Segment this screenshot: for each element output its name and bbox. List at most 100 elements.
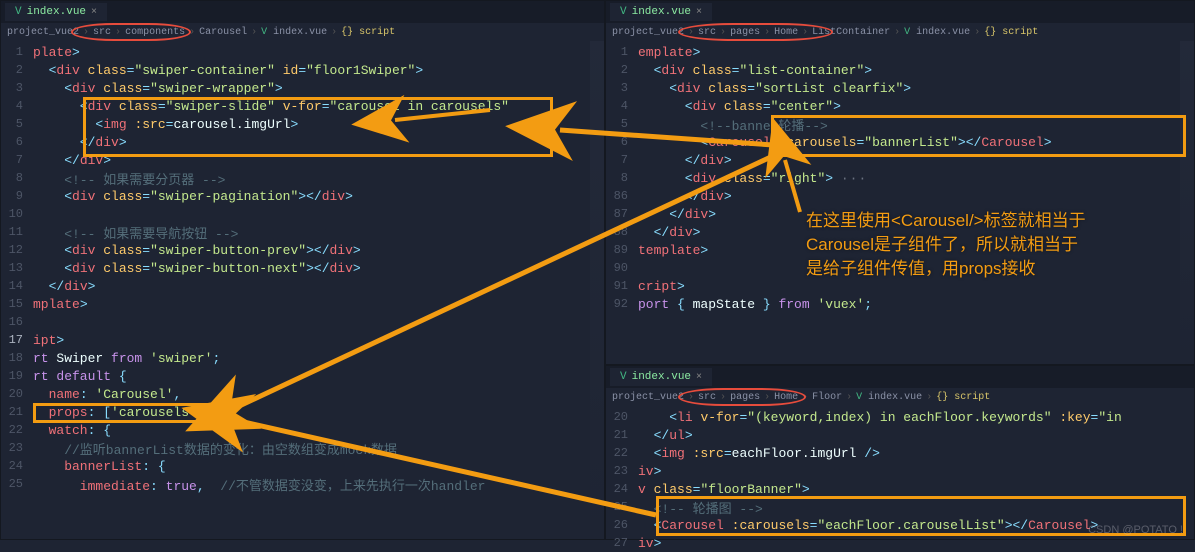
line-number: 20	[1, 387, 33, 401]
breadcrumb[interactable]: project_vue2 › src › pages › Home › Floo…	[606, 388, 1194, 406]
breadcrumb-seg[interactable]: V index.vue	[261, 27, 327, 38]
code-content: </div>	[33, 135, 127, 150]
breadcrumb-seg[interactable]: project_vue2	[7, 27, 79, 38]
line-number: 19	[1, 369, 33, 383]
code-line[interactable]: 2 <div class="list-container">	[606, 61, 1194, 79]
code-line[interactable]: 21 props: ['carousels'],	[1, 403, 604, 421]
code-line[interactable]: 22 <img :src=eachFloor.imgUrl />	[606, 444, 1194, 462]
code-line[interactable]: 27iv>	[606, 534, 1194, 552]
minimap[interactable]	[1180, 41, 1194, 364]
code-content: </ul>	[638, 428, 693, 443]
code-line[interactable]: 20 name: 'Carousel',	[1, 385, 604, 403]
breadcrumb-seg[interactable]: Carousel	[199, 27, 247, 38]
breadcrumb-seg[interactable]: src	[93, 27, 111, 38]
code-line[interactable]: 6 </div>	[1, 133, 604, 151]
breadcrumb-seg[interactable]: V index.vue	[856, 392, 922, 403]
code-line[interactable]: 9 <div class="swiper-pagination"></div>	[1, 187, 604, 205]
code-line[interactable]: 3 <div class="swiper-wrapper">	[1, 79, 604, 97]
code-content: <div class="swiper-pagination"></div>	[33, 189, 353, 204]
code-line[interactable]: 12 <div class="swiper-button-prev"></div…	[1, 241, 604, 259]
code-line[interactable]: 10	[1, 205, 604, 223]
code-line[interactable]: 21 </ul>	[606, 426, 1194, 444]
line-number: 12	[1, 243, 33, 257]
code-line[interactable]: 6 <Carousel :carousels="bannerList"></Ca…	[606, 133, 1194, 151]
breadcrumb-sep: ›	[115, 27, 121, 38]
code-line[interactable]: 24 bannerList: {	[1, 457, 604, 475]
code-line[interactable]: 13 <div class="swiper-button-next"></div…	[1, 259, 604, 277]
code-content: bannerList: {	[33, 459, 166, 474]
code-line[interactable]: 7 </div>	[606, 151, 1194, 169]
breadcrumb[interactable]: project_vue2 › src › pages › Home › List…	[606, 23, 1194, 41]
breadcrumb-sep: ›	[688, 392, 694, 403]
line-number: 1	[1, 45, 33, 59]
code-line[interactable]: 16	[1, 313, 604, 331]
breadcrumb-seg[interactable]: pages	[730, 27, 760, 38]
breadcrumb-seg[interactable]: {} script	[936, 392, 990, 403]
tab-index-vue[interactable]: V index.vue ×	[5, 3, 107, 21]
line-number: 17	[1, 333, 33, 347]
code-line[interactable]: 22 watch: {	[1, 421, 604, 439]
code-line[interactable]: 23 //监听bannerList数据的变化：由空数组变成mock数据	[1, 439, 604, 457]
close-icon[interactable]: ×	[696, 7, 702, 18]
line-number: 14	[1, 279, 33, 293]
breadcrumb-seg[interactable]: pages	[730, 392, 760, 403]
line-number: 8	[1, 171, 33, 185]
code-content: <Carousel :carousels="eachFloor.carousel…	[638, 518, 1098, 533]
code-line[interactable]: 2 <div class="swiper-container" id="floo…	[1, 61, 604, 79]
breadcrumb-seg[interactable]: Home	[774, 27, 798, 38]
breadcrumb-seg[interactable]: ListContainer	[812, 27, 890, 38]
line-number: 2	[606, 63, 638, 77]
code-line[interactable]: 25 <!-- 轮播图 -->	[606, 498, 1194, 516]
line-number: 22	[1, 423, 33, 437]
line-number: 6	[1, 135, 33, 149]
close-icon[interactable]: ×	[696, 372, 702, 383]
code-content: <img :src=eachFloor.imgUrl />	[638, 446, 880, 461]
breadcrumb-seg[interactable]: src	[698, 27, 716, 38]
breadcrumb-seg[interactable]: V index.vue	[904, 27, 970, 38]
code-line[interactable]: 23iv>	[606, 462, 1194, 480]
code-area[interactable]: 1plate>2 <div class="swiper-container" i…	[1, 41, 604, 493]
code-content: <div class="list-container">	[638, 63, 872, 78]
line-number: 8	[606, 171, 638, 185]
tab-index-vue[interactable]: V index.vue ×	[610, 3, 712, 21]
code-line[interactable]: 5 <img :src=carousel.imgUrl>	[1, 115, 604, 133]
code-line[interactable]: 11 <!-- 如果需要导航按钮 -->	[1, 223, 604, 241]
code-line[interactable]: 8 <div class="right"> ···	[606, 169, 1194, 187]
minimap[interactable]	[590, 41, 604, 539]
line-number: 9	[1, 189, 33, 203]
code-line[interactable]: 1emplate>	[606, 43, 1194, 61]
code-line[interactable]: 25 immediate: true, //不管数据变没变，上来先执行一次han…	[1, 475, 604, 493]
code-line[interactable]: 19rt default {	[1, 367, 604, 385]
code-content: <div class="swiper-button-next"></div>	[33, 261, 361, 276]
code-line[interactable]: 18rt Swiper from 'swiper';	[1, 349, 604, 367]
breadcrumb[interactable]: project_vue2 › src › components › Carous…	[1, 23, 604, 41]
code-line[interactable]: 17ipt>	[1, 331, 604, 349]
code-line[interactable]: 4 <div class="center">	[606, 97, 1194, 115]
code-line[interactable]: 4 <div class="swiper-slide" v-for="carou…	[1, 97, 604, 115]
code-line[interactable]: 7 </div>	[1, 151, 604, 169]
code-line[interactable]: 15mplate>	[1, 295, 604, 313]
code-line[interactable]: 8 <!-- 如果需要分页器 -->	[1, 169, 604, 187]
breadcrumb-seg[interactable]: components	[125, 27, 185, 38]
code-line[interactable]: 24v class="floorBanner">	[606, 480, 1194, 498]
code-line[interactable]: 92port { mapState } from 'vuex';	[606, 295, 1194, 313]
breadcrumb-seg[interactable]: Floor	[812, 392, 842, 403]
code-line[interactable]: 14 </div>	[1, 277, 604, 295]
breadcrumb-seg[interactable]: src	[698, 392, 716, 403]
code-line[interactable]: 86 </div>	[606, 187, 1194, 205]
code-line[interactable]: 3 <div class="sortList clearfix">	[606, 79, 1194, 97]
close-icon[interactable]: ×	[91, 7, 97, 18]
breadcrumb-seg[interactable]: Home	[774, 392, 798, 403]
breadcrumb-seg[interactable]: {} script	[341, 27, 395, 38]
tab-label: index.vue	[632, 371, 691, 383]
breadcrumb-seg[interactable]: project_vue2	[612, 392, 684, 403]
code-line[interactable]: 1plate>	[1, 43, 604, 61]
vue-icon: V	[620, 371, 627, 383]
code-line[interactable]: 20 <li v-for="(keyword,index) in eachFlo…	[606, 408, 1194, 426]
code-line[interactable]: 5 <!--banner轮播-->	[606, 115, 1194, 133]
line-number: 25	[606, 500, 638, 514]
breadcrumb-seg[interactable]: project_vue2	[612, 27, 684, 38]
tab-index-vue[interactable]: V index.vue ×	[610, 368, 712, 386]
code-content: <div class="sortList clearfix">	[638, 81, 911, 96]
breadcrumb-seg[interactable]: {} script	[984, 27, 1038, 38]
